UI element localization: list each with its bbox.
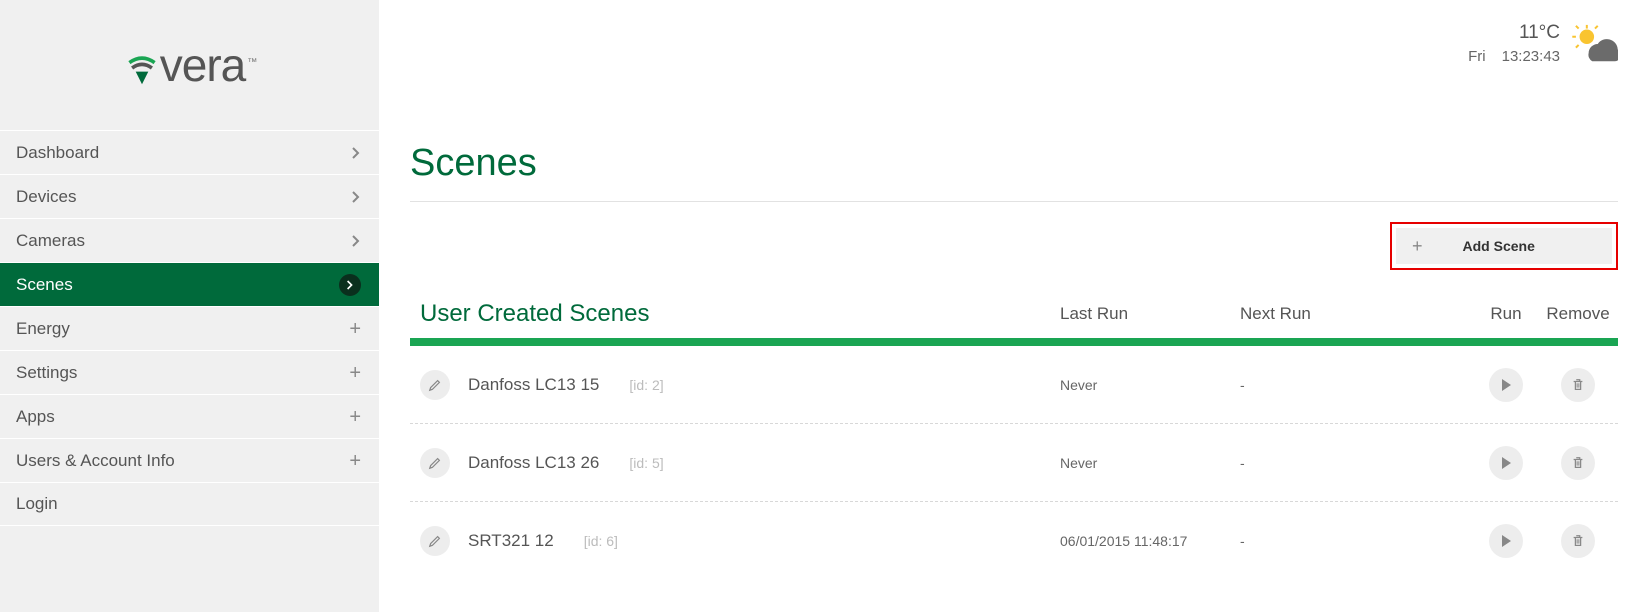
- chevron-right-icon: [351, 190, 361, 204]
- chevron-right-icon: [351, 234, 361, 248]
- sidebar-item-label: Scenes: [16, 275, 73, 295]
- temperature: 11°C: [1468, 22, 1560, 44]
- remove-scene-button[interactable]: [1561, 446, 1595, 480]
- play-icon: [1500, 456, 1512, 470]
- remove-scene-button[interactable]: [1561, 368, 1595, 402]
- chevron-right-icon: [351, 146, 361, 160]
- plus-icon: +: [349, 319, 361, 339]
- sidebar-item-label: Login: [16, 494, 58, 514]
- table-row: Danfoss LC13 15 [id: 2] Never -: [410, 346, 1618, 424]
- table-row: Danfoss LC13 26 [id: 5] Never -: [410, 424, 1618, 502]
- logo-area: vera ™: [0, 0, 379, 130]
- col-last-run: Last Run: [1060, 304, 1240, 324]
- sidebar-item-devices[interactable]: Devices: [0, 174, 379, 218]
- page-title: Scenes: [410, 142, 1618, 185]
- trash-icon: [1571, 378, 1585, 392]
- day-label: Fri: [1468, 48, 1486, 65]
- edit-scene-button[interactable]: [420, 448, 450, 478]
- main-content: 11°C Fri 13:23:43 Scenes + Add Scene: [380, 0, 1648, 612]
- table-row: SRT321 12 [id: 6] 06/01/2015 11:48:17 -: [410, 502, 1618, 580]
- run-scene-button[interactable]: [1489, 446, 1523, 480]
- trash-icon: [1571, 534, 1585, 548]
- chevron-right-icon: [339, 274, 361, 296]
- scene-id: [id: 5]: [629, 455, 663, 471]
- brand-name: vera: [160, 38, 245, 92]
- sidebar-item-settings[interactable]: Settings +: [0, 350, 379, 394]
- scene-id: [id: 6]: [584, 533, 618, 549]
- topbar: 11°C Fri 13:23:43: [1468, 22, 1618, 65]
- plus-icon: +: [349, 451, 361, 471]
- plus-icon: +: [349, 363, 361, 383]
- pencil-icon: [428, 378, 442, 392]
- pencil-icon: [428, 456, 442, 470]
- sidebar-item-label: Dashboard: [16, 143, 99, 163]
- scene-next-run: -: [1240, 377, 1470, 393]
- scene-last-run: 06/01/2015 11:48:17: [1060, 533, 1240, 549]
- col-next-run: Next Run: [1240, 304, 1470, 324]
- sidebar-item-login[interactable]: Login: [0, 482, 379, 526]
- plus-icon: +: [1412, 237, 1423, 255]
- sidebar-item-energy[interactable]: Energy +: [0, 306, 379, 350]
- sidebar-item-cameras[interactable]: Cameras: [0, 218, 379, 262]
- plus-icon: +: [349, 407, 361, 427]
- sidebar-item-label: Energy: [16, 319, 70, 339]
- scene-name: Danfoss LC13 26: [468, 453, 599, 473]
- brand-mark-icon: [124, 50, 160, 86]
- weather-info: 11°C Fri 13:23:43: [1468, 22, 1560, 65]
- play-icon: [1500, 378, 1512, 392]
- weather-partly-cloudy-icon: [1572, 24, 1618, 64]
- sidebar-nav: Dashboard Devices Cameras Scenes Energy …: [0, 130, 379, 526]
- section-accent-bar: [410, 338, 1618, 346]
- sidebar-item-label: Users & Account Info: [16, 451, 175, 471]
- play-icon: [1500, 534, 1512, 548]
- run-scene-button[interactable]: [1489, 368, 1523, 402]
- sidebar-item-scenes[interactable]: Scenes: [0, 262, 379, 306]
- col-run: Run: [1470, 304, 1542, 324]
- scene-name: Danfoss LC13 15: [468, 375, 599, 395]
- sidebar: vera ™ Dashboard Devices Cameras Scenes …: [0, 0, 380, 612]
- remove-scene-button[interactable]: [1561, 524, 1595, 558]
- sidebar-item-apps[interactable]: Apps +: [0, 394, 379, 438]
- brand-trademark: ™: [247, 57, 257, 68]
- add-scene-highlight: + Add Scene: [1390, 222, 1618, 270]
- pencil-icon: [428, 534, 442, 548]
- sidebar-item-label: Cameras: [16, 231, 85, 251]
- scene-next-run: -: [1240, 533, 1470, 549]
- edit-scene-button[interactable]: [420, 526, 450, 556]
- section-title: User Created Scenes: [420, 300, 1060, 328]
- run-scene-button[interactable]: [1489, 524, 1523, 558]
- sidebar-item-label: Apps: [16, 407, 55, 427]
- clock: 13:23:43: [1502, 48, 1560, 65]
- scene-last-run: Never: [1060, 377, 1240, 393]
- scene-id: [id: 2]: [629, 377, 663, 393]
- scenes-table-header: User Created Scenes Last Run Next Run Ru…: [410, 300, 1618, 338]
- trash-icon: [1571, 456, 1585, 470]
- sidebar-item-users-account[interactable]: Users & Account Info +: [0, 438, 379, 482]
- col-remove: Remove: [1542, 304, 1614, 324]
- title-divider: [410, 201, 1618, 202]
- add-scene-label: Add Scene: [1463, 238, 1535, 254]
- brand-logo: vera ™: [124, 38, 255, 92]
- add-scene-button[interactable]: + Add Scene: [1396, 228, 1612, 264]
- edit-scene-button[interactable]: [420, 370, 450, 400]
- sidebar-item-label: Settings: [16, 363, 77, 383]
- scene-name: SRT321 12: [468, 531, 554, 551]
- sidebar-item-dashboard[interactable]: Dashboard: [0, 130, 379, 174]
- scene-next-run: -: [1240, 455, 1470, 471]
- scene-last-run: Never: [1060, 455, 1240, 471]
- sidebar-item-label: Devices: [16, 187, 76, 207]
